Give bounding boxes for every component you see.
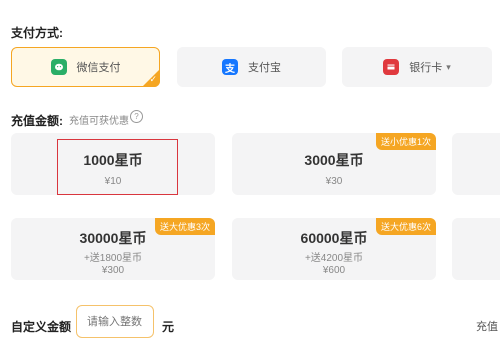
custom-amount-label: 自定义金额 (11, 320, 72, 334)
recharge-card-3000[interactable]: 送小优惠1次 3000星币 ¥30 (232, 133, 436, 195)
card-badge: 送小优惠1次 (375, 133, 436, 150)
chevron-down-icon: ▾ (446, 61, 451, 72)
payment-option-wechat[interactable]: 微信支付 ✓ (11, 47, 160, 87)
card-bonus: +送1800星币 (83, 253, 143, 264)
recharge-hint: 充值可获优惠 (69, 116, 129, 127)
custom-amount-input[interactable] (76, 305, 154, 338)
payment-option-alipay[interactable]: 支 支付宝 (177, 47, 326, 87)
payment-option-bank-card[interactable]: 银行卡 ▾ (342, 47, 492, 87)
alipay-icon: 支 (222, 59, 238, 75)
bank-card-icon (383, 59, 400, 75)
card-bonus: +送4200星币 (304, 253, 364, 264)
recharge-card-30000[interactable]: 送大优惠3次 30000星币 +送1800星币 ¥300 (11, 218, 215, 280)
recharge-card-60000[interactable]: 送大优惠6次 60000星币 +送4200星币 ¥600 (232, 218, 436, 280)
card-amount: 3000星币 (304, 152, 364, 168)
recharge-card-partial[interactable] (452, 133, 500, 195)
card-price: ¥300 (101, 265, 125, 276)
recharge-summary-text: 充值 (476, 321, 498, 333)
help-icon[interactable]: ? (130, 110, 143, 123)
card-price: ¥30 (325, 176, 343, 187)
payment-section-title: 支付方式: (11, 26, 63, 40)
highlight-box (57, 139, 178, 195)
card-badge: 送大优惠3次 (154, 218, 215, 235)
payment-option-label: 微信支付 (76, 62, 121, 74)
recharge-card-partial[interactable] (452, 218, 500, 280)
card-badge: 送大优惠6次 (375, 218, 436, 235)
card-price: ¥600 (322, 265, 346, 276)
payment-option-label: 支付宝 (248, 62, 281, 74)
recharge-section-title: 充值金额: (11, 114, 63, 128)
wechat-pay-icon (50, 59, 67, 75)
currency-unit: 元 (162, 320, 175, 334)
payment-option-label: 银行卡 (409, 62, 443, 74)
check-icon: ✓ (149, 74, 157, 84)
